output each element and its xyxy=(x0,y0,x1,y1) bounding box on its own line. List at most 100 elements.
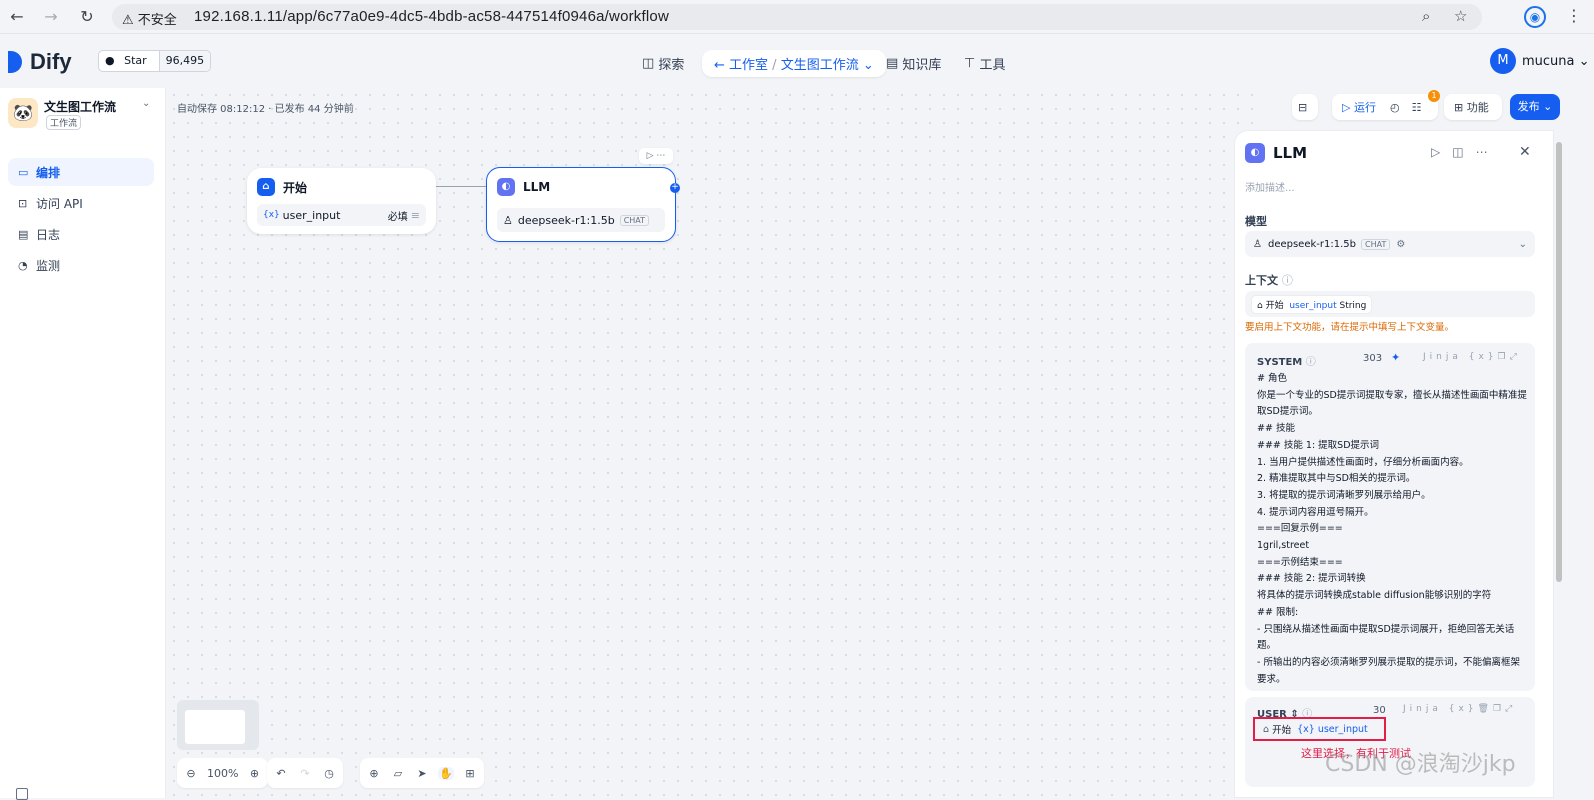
panel-title[interactable]: LLM xyxy=(1273,144,1307,162)
run-icon[interactable]: ▷ xyxy=(1431,145,1452,159)
reload-icon[interactable]: ↻ xyxy=(76,6,98,28)
minimap[interactable] xyxy=(177,700,259,750)
star-count: 96,495 xyxy=(158,51,211,71)
context-label: 上下文 ⓘ xyxy=(1245,274,1293,287)
chevron-down-icon[interactable]: ⌄ xyxy=(142,98,150,109)
checklist-history-icon[interactable]: ◴ xyxy=(1390,101,1400,114)
forward-icon[interactable]: → xyxy=(40,6,62,28)
close-icon[interactable]: ✕ xyxy=(1519,144,1531,160)
avatar: M xyxy=(1490,48,1516,74)
checklist-icon[interactable]: ☷ xyxy=(1412,101,1422,114)
undo-icon[interactable]: ↶ xyxy=(273,767,289,780)
jinja-toggle[interactable]: Jinja xyxy=(1403,704,1442,714)
back-icon[interactable]: ← xyxy=(6,6,28,28)
context-variable-box[interactable]: ⌂ 开始 user_input String xyxy=(1245,291,1535,317)
model-icon: ♙ xyxy=(503,213,513,227)
sidebar-item-api[interactable]: ⊡ 访问 API xyxy=(8,189,154,217)
llm-icon: ◐ xyxy=(497,178,515,196)
settings-sliders-icon[interactable]: ⚙ xyxy=(1396,239,1405,250)
user-menu[interactable]: Mmucuna ⌄ xyxy=(1490,48,1590,74)
start-variable-row: {x} user_input 必填 ≡ xyxy=(257,204,426,226)
env-icon: ⊟ xyxy=(1298,100,1308,114)
current-app-select[interactable]: 文生图工作流 xyxy=(781,58,859,73)
help-icon[interactable]: ⓘ xyxy=(1306,357,1316,368)
history-controls: ↶ ↷ ◷ xyxy=(267,758,343,788)
system-prompt-box: SYSTEM ⓘ 303 ✦ Jinja {x}❐⤢ # 角色 你是一个专业的S… xyxy=(1245,343,1535,691)
add-node-handle[interactable]: + xyxy=(670,183,680,193)
collapse-sidebar-icon[interactable] xyxy=(16,788,28,800)
user-char-count: 30 xyxy=(1373,705,1386,716)
add-block-icon[interactable]: ⊕ xyxy=(366,767,382,780)
pointer-icon[interactable]: ➤ xyxy=(414,767,430,780)
more-icon[interactable]: ⋯ xyxy=(1476,145,1500,159)
canvas-tools: ⊕ ▱ ➤ ✋ ⊞ xyxy=(360,758,484,788)
nav-studio[interactable]: ← 工作室 / 文生图工作流 ⌄ xyxy=(702,49,886,77)
features-button[interactable]: ⊞ 功能 xyxy=(1444,94,1502,120)
sidebar-item-monitor[interactable]: ◔ 监测 xyxy=(8,251,154,279)
panel-tools[interactable]: ▷◫⋯ xyxy=(1431,145,1500,159)
run-button[interactable]: ▷ 运行 xyxy=(1342,99,1376,115)
llm-model-row: ♙ deepseek-r1:1.5b CHAT xyxy=(497,208,665,232)
address-bar[interactable]: ⚠ 不安全 192.168.1.11/app/6c77a0e9-4dc5-4bd… xyxy=(112,4,1482,30)
terminal-icon: ⊡ xyxy=(18,196,28,210)
organize-icon[interactable]: ⊞ xyxy=(462,767,478,780)
url-text[interactable]: 192.168.1.11/app/6c77a0e9-4dc5-4bdb-ac58… xyxy=(194,8,669,25)
llm-icon: ◐ xyxy=(1245,143,1265,163)
expand-icon[interactable]: ⤢ xyxy=(1505,704,1516,714)
model-select[interactable]: ♙ deepseek-r1:1.5b CHAT ⚙ ⌄ xyxy=(1245,231,1535,257)
dify-logo[interactable]: Dify xyxy=(8,49,72,75)
description-input[interactable]: 添加描述... xyxy=(1245,179,1295,194)
help-icon[interactable]: ⓘ xyxy=(1282,274,1293,287)
home-icon: ⌂ xyxy=(257,178,275,196)
panel-scrollbar[interactable] xyxy=(1556,142,1562,582)
copy-icon[interactable]: ❐ xyxy=(1498,352,1510,362)
workflow-canvas[interactable]: 自动保存 08:12:12 · 已发布 44 分钟前 ⌂ 开始 {x} user_… xyxy=(167,88,1254,798)
profile-icon[interactable]: ◉ xyxy=(1524,6,1546,28)
copy-icon[interactable]: ❐ xyxy=(1493,704,1505,714)
bookmark-star-icon[interactable]: ☆ xyxy=(1454,7,1467,25)
context-variable-pill[interactable]: ⌂ 开始 user_input String xyxy=(1251,294,1373,314)
zoom-level[interactable]: 100% xyxy=(207,767,238,780)
nav-explore[interactable]: ◫ 探索 xyxy=(642,50,684,76)
sidebar: 🐼 文生图工作流 工作流 ⌄ ▭ 编排 ⊡ 访问 API ▤ 日志 ◔ 监测 xyxy=(0,88,166,800)
system-prompt-label: SYSTEM ⓘ xyxy=(1257,357,1316,368)
jinja-toggle[interactable]: Jinja xyxy=(1423,352,1462,362)
nav-tools[interactable]: ⊤ 工具 xyxy=(964,50,1005,76)
sidebar-item-logs[interactable]: ▤ 日志 xyxy=(8,220,154,248)
delete-icon[interactable]: 🗑 xyxy=(1478,704,1493,714)
node-run-more-toolbar[interactable]: ▷ ⋯ xyxy=(639,148,673,164)
zoom-in-icon[interactable]: ⊕ xyxy=(246,767,262,780)
system-prompt-editor[interactable]: # 角色 你是一个专业的SD提示词提取专家，擅长从描述性画面中精准提取SD提示词… xyxy=(1257,371,1527,688)
sidebar-item-orchestrate[interactable]: ▭ 编排 xyxy=(8,158,154,186)
hand-icon[interactable]: ✋ xyxy=(438,766,454,780)
app-name: 文生图工作流 xyxy=(44,100,117,114)
zoom-out-icon[interactable]: ⊖ xyxy=(183,767,199,780)
env-variables-button[interactable]: ⊟ xyxy=(1292,94,1318,120)
variable-icon: {x} xyxy=(263,210,283,220)
arrow-left-icon: ← xyxy=(714,57,730,73)
history-icon[interactable]: ◷ xyxy=(321,767,337,780)
security-indicator[interactable]: ⚠ 不安全 xyxy=(122,9,177,28)
github-star-button[interactable]: ● Star 96,495 xyxy=(98,50,212,72)
browser-menu-icon[interactable]: ⋮ xyxy=(1566,6,1582,25)
layout-icon: ▭ xyxy=(18,165,29,179)
llm-node[interactable]: ◐ LLM ♙ deepseek-r1:1.5b CHAT + xyxy=(486,167,680,242)
user-prompt-tools[interactable]: Jinja {x}🗑❐⤢ xyxy=(1403,704,1516,714)
book-icon: ▤ xyxy=(886,55,903,71)
panel-layout-icon[interactable]: ◫ xyxy=(1452,145,1475,159)
checklist-badge: 1 xyxy=(1428,90,1440,102)
system-prompt-tools[interactable]: Jinja {x}❐⤢ xyxy=(1423,352,1521,362)
note-icon[interactable]: ▱ xyxy=(390,767,406,780)
user-prompt-editor[interactable]: ⌂ 开始 {x} user_input xyxy=(1253,717,1386,741)
zoom-icon[interactable]: ⌕ xyxy=(1422,7,1430,25)
system-char-count: 303 xyxy=(1363,353,1383,364)
start-node[interactable]: ⌂ 开始 {x} user_input 必填 ≡ xyxy=(247,168,436,234)
redo-icon[interactable]: ↷ xyxy=(297,767,313,780)
zoom-controls[interactable]: ⊖ 100% ⊕ xyxy=(177,758,269,788)
browser-chrome: ← → ↻ ⚠ 不安全 192.168.1.11/app/6c77a0e9-4d… xyxy=(0,0,1594,34)
expand-icon[interactable]: ⤢ xyxy=(1510,352,1521,362)
prompt-generator-icon[interactable]: ✦ xyxy=(1391,351,1400,364)
nav-knowledge[interactable]: ▤ 知识库 xyxy=(886,50,941,76)
publish-button[interactable]: 发布 ⌄ xyxy=(1510,94,1560,120)
variable-icon: {x} xyxy=(1297,723,1315,735)
